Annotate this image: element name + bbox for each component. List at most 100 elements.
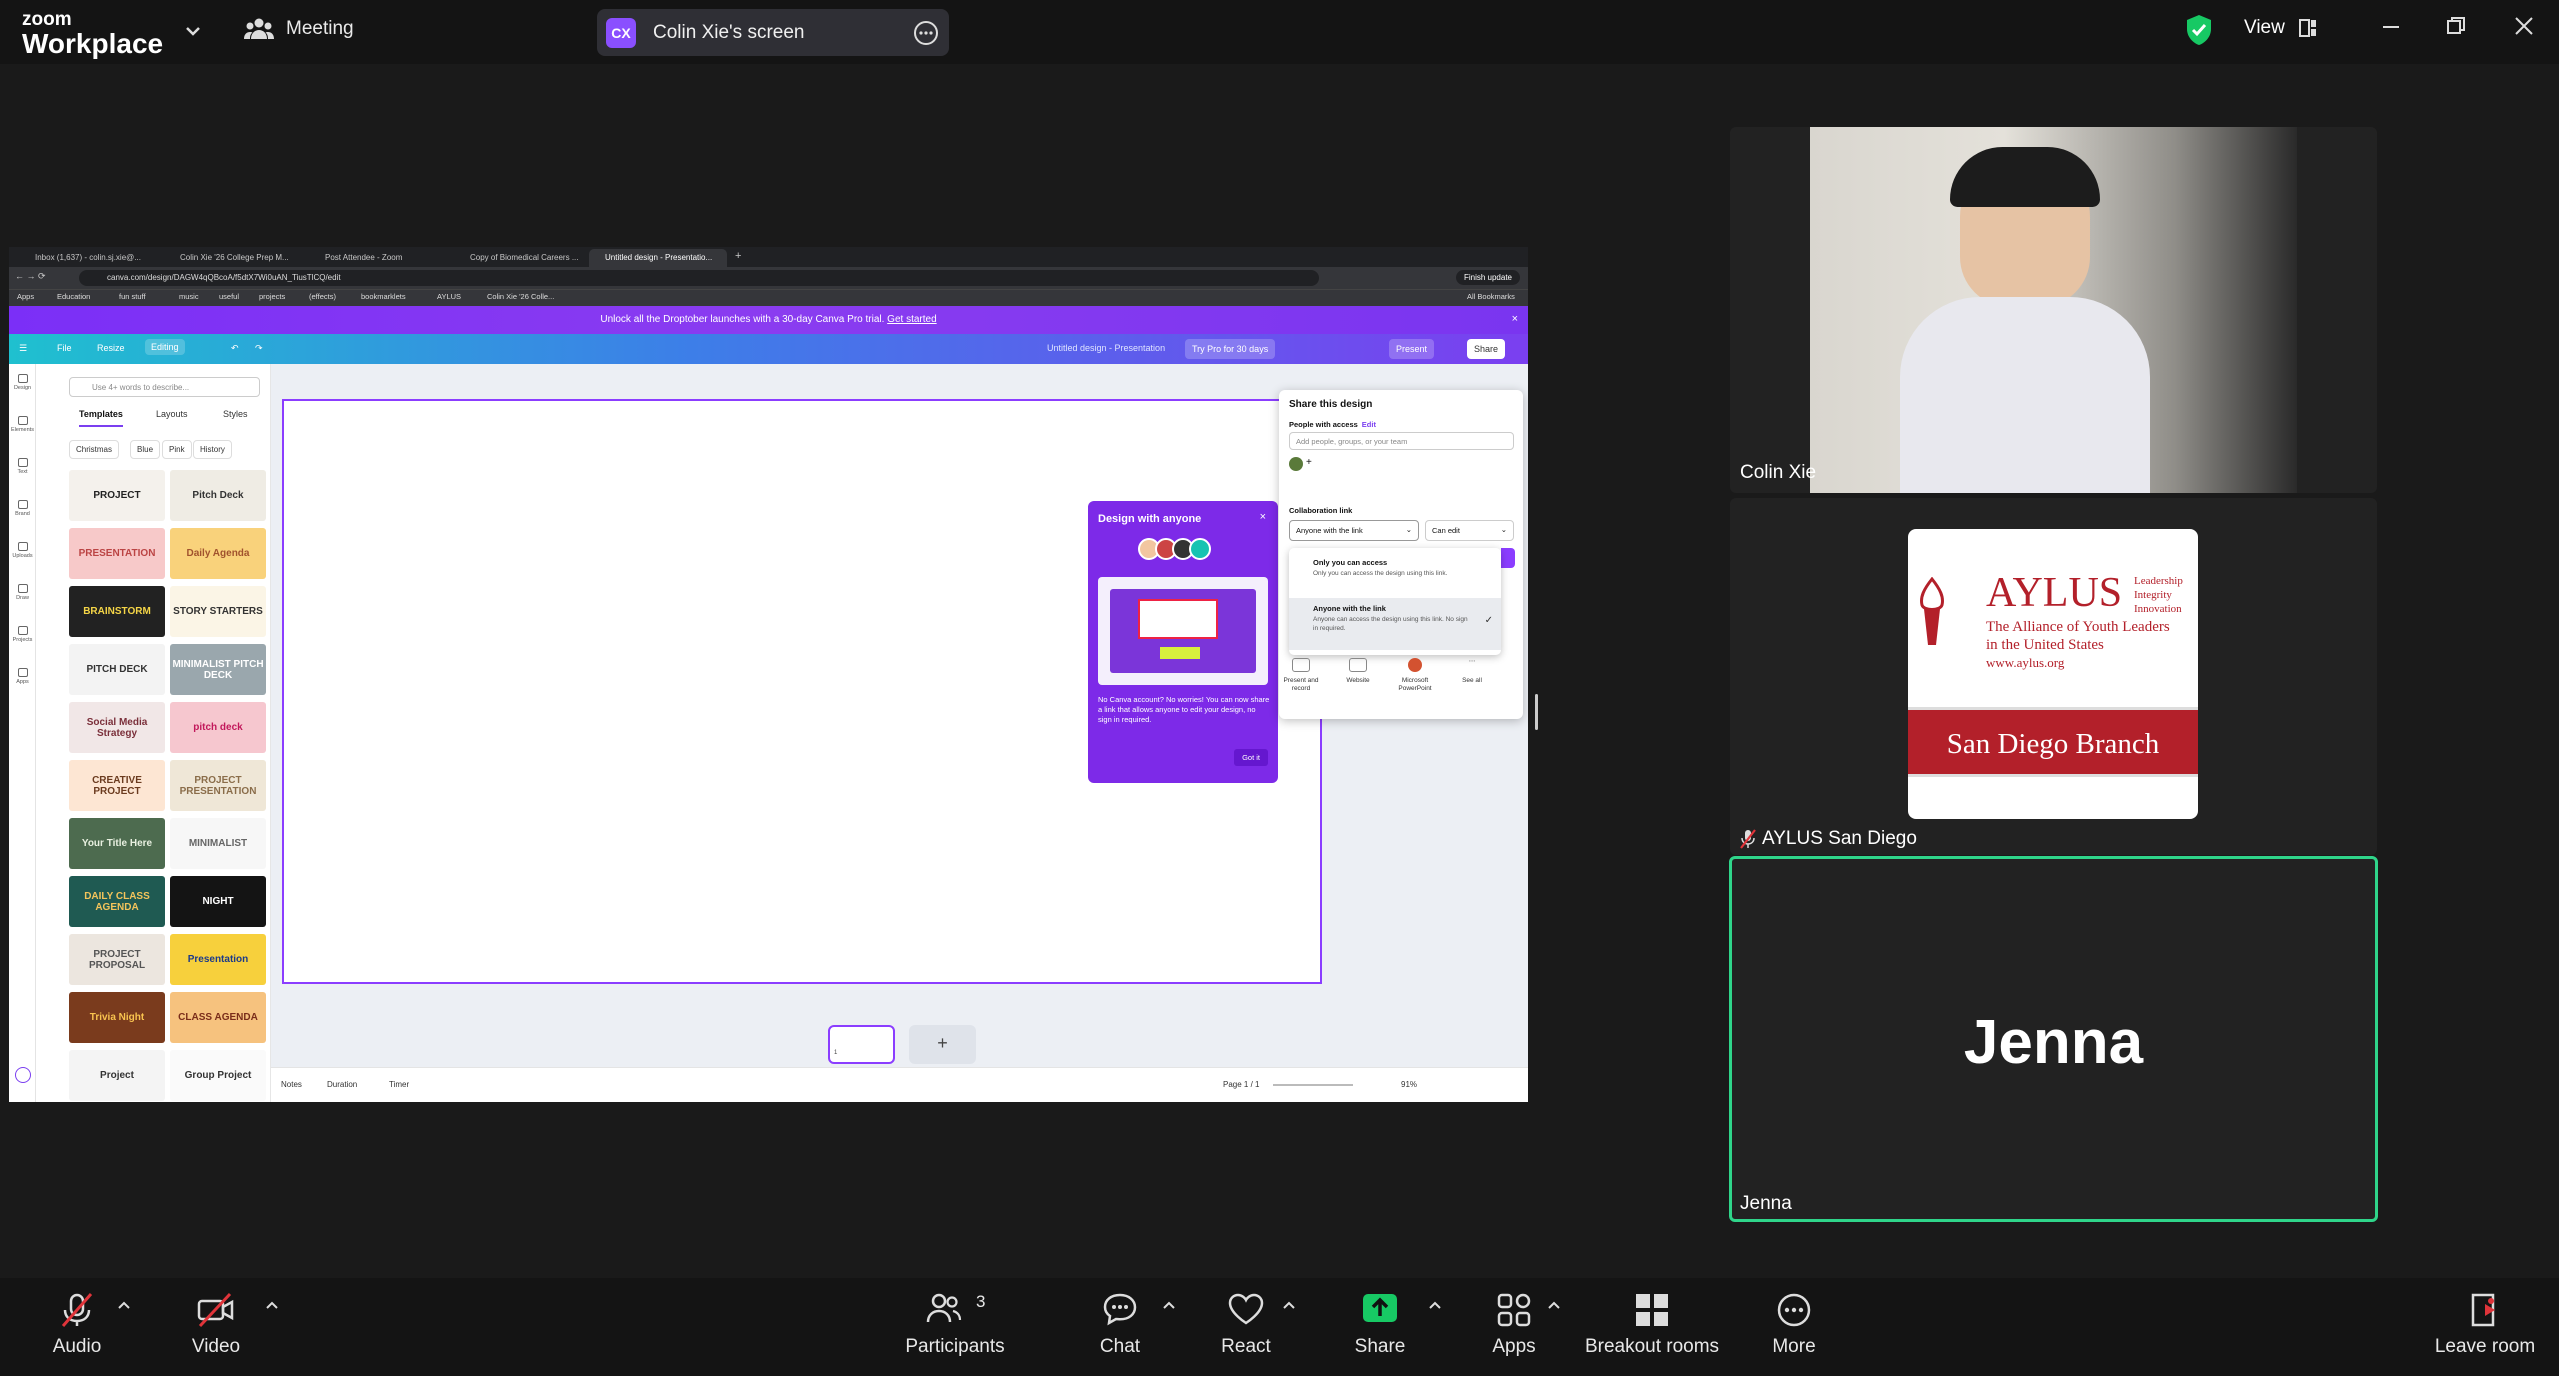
bookmark[interactable]: fun stuff xyxy=(119,292,146,301)
new-tab-icon[interactable]: + xyxy=(729,249,749,267)
browser-tab[interactable]: Copy of Biomedical Careers ... xyxy=(454,249,584,267)
screen-share-indicator[interactable]: CX Colin Xie's screen xyxy=(597,9,949,56)
rail-elements[interactable]: Elements xyxy=(9,416,36,433)
template-thumbnail[interactable]: Pitch Deck xyxy=(170,470,266,521)
more-options-icon[interactable] xyxy=(913,20,939,46)
minimize-icon[interactable] xyxy=(2381,16,2401,36)
bookmark[interactable]: AYLUS xyxy=(437,292,461,301)
promo-link[interactable]: Get started xyxy=(887,314,936,325)
chat-button[interactable]: Chat xyxy=(1080,1278,1160,1376)
view-button[interactable]: View xyxy=(2244,17,2317,39)
bookmark[interactable]: music xyxy=(179,292,199,301)
template-thumbnail[interactable]: BRAINSTORM xyxy=(69,586,165,637)
menu-icon[interactable]: ☰ xyxy=(19,343,27,354)
browser-tab[interactable]: Colin Xie '26 College Prep M... xyxy=(164,249,294,267)
edit-access-link[interactable]: Edit xyxy=(1362,420,1376,429)
meeting-info-button[interactable]: Meeting xyxy=(244,17,354,41)
browser-tab[interactable]: Post Attendee - Zoom xyxy=(309,249,439,267)
template-thumbnail[interactable]: Daily Agenda xyxy=(170,528,266,579)
restore-icon[interactable] xyxy=(2446,16,2466,36)
template-thumbnail[interactable]: MINIMALIST PITCH DECK xyxy=(170,644,266,695)
browser-tab-active[interactable]: Untitled design - Presentatio... xyxy=(589,249,727,267)
template-thumbnail[interactable]: CLASS AGENDA xyxy=(170,992,266,1043)
resize-button[interactable]: Resize xyxy=(97,343,125,353)
apps-options-caret-icon[interactable] xyxy=(1547,1300,1561,1310)
template-thumbnail[interactable]: Social Media Strategy xyxy=(69,702,165,753)
got-it-button[interactable]: Got it xyxy=(1234,749,1268,766)
template-thumbnail[interactable]: PRESENTATION xyxy=(69,528,165,579)
encryption-shield-icon[interactable] xyxy=(2185,14,2213,46)
zoom-slider[interactable] xyxy=(1273,1084,1353,1086)
bookmark[interactable]: useful xyxy=(219,292,239,301)
participant-tile-jenna[interactable]: Jenna Jenna xyxy=(1729,856,2378,1222)
present-record-option[interactable]: Present and record xyxy=(1281,658,1321,694)
share-options-caret-icon[interactable] xyxy=(1428,1300,1442,1310)
template-thumbnail[interactable]: CREATIVE PROJECT xyxy=(69,760,165,811)
tab-layouts[interactable]: Layouts xyxy=(156,409,188,419)
bookmark[interactable]: Education xyxy=(57,292,90,301)
apps-button[interactable]: Apps xyxy=(1474,1278,1554,1376)
template-search-input[interactable]: Use 4+ words to describe... xyxy=(69,377,260,397)
more-button[interactable]: More xyxy=(1754,1278,1834,1376)
resize-handle[interactable] xyxy=(1535,694,1538,730)
template-thumbnail[interactable]: Trivia Night xyxy=(69,992,165,1043)
rail-design[interactable]: Design xyxy=(9,374,36,391)
template-thumbnail[interactable]: MINIMALIST xyxy=(170,818,266,869)
link-access-dropdown[interactable]: Anyone with the link ⌄ xyxy=(1289,520,1419,541)
duration-button[interactable]: Duration xyxy=(327,1080,357,1089)
bookmark[interactable]: Colin Xie '26 Colle... xyxy=(487,292,554,301)
share-screen-button[interactable]: Share xyxy=(1340,1278,1420,1376)
filter-chip[interactable]: Christmas xyxy=(69,440,120,459)
video-button[interactable]: Video xyxy=(175,1278,257,1376)
close-promo-icon[interactable]: × xyxy=(1512,313,1518,325)
notes-button[interactable]: Notes xyxy=(281,1080,302,1089)
breakout-rooms-button[interactable]: Breakout rooms xyxy=(1580,1278,1724,1376)
editing-mode-button[interactable]: Editing xyxy=(145,339,185,355)
rail-text[interactable]: Text xyxy=(9,458,36,475)
chat-options-caret-icon[interactable] xyxy=(1162,1300,1176,1310)
close-icon[interactable] xyxy=(2514,16,2534,36)
template-thumbnail[interactable]: PROJECT xyxy=(69,470,165,521)
powerpoint-option[interactable]: Microsoft PowerPoint xyxy=(1395,658,1435,694)
bookmark[interactable]: All Bookmarks xyxy=(1467,292,1515,301)
permission-dropdown[interactable]: Can edit ⌄ xyxy=(1425,520,1514,541)
add-people-input[interactable]: Add people, groups, or your team xyxy=(1289,432,1514,450)
bookmark[interactable]: bookmarklets xyxy=(361,292,406,301)
template-thumbnail[interactable]: Presentation xyxy=(170,934,266,985)
copy-link-button[interactable] xyxy=(1501,548,1515,568)
chevron-down-icon[interactable] xyxy=(182,20,204,42)
react-options-caret-icon[interactable] xyxy=(1282,1300,1296,1310)
participants-button[interactable]: 3 Participants xyxy=(900,1278,1010,1376)
add-person-icon[interactable]: + xyxy=(1306,457,1312,468)
participant-tile-colin[interactable]: Colin Xie xyxy=(1730,127,2377,493)
option-anyone-with-link[interactable]: Anyone with the link Anyone can access t… xyxy=(1289,598,1501,650)
file-menu[interactable]: File xyxy=(57,343,72,353)
bookmark[interactable]: Apps xyxy=(17,292,34,301)
bookmark[interactable]: projects xyxy=(259,292,285,301)
see-all-option[interactable]: ⋯ See all xyxy=(1452,658,1492,685)
browser-tab[interactable]: Inbox (1,637) - colin.sj.xie@... xyxy=(19,249,149,267)
participant-tile-aylus[interactable]: AYLUS Leadership Integrity Innovation Th… xyxy=(1730,498,2377,855)
zoom-level[interactable]: 91% xyxy=(1401,1080,1417,1089)
template-thumbnail[interactable]: PROJECT PRESENTATION xyxy=(170,760,266,811)
finish-update-button[interactable]: Finish update xyxy=(1455,270,1520,285)
template-thumbnail[interactable]: Group Project xyxy=(170,1050,266,1101)
template-thumbnail[interactable]: Your Title Here xyxy=(69,818,165,869)
rail-brand[interactable]: Brand xyxy=(9,500,36,517)
nav-arrows-icon[interactable]: ← → ⟳ xyxy=(15,271,46,282)
filter-chip[interactable]: Pink xyxy=(162,440,192,459)
tab-templates[interactable]: Templates xyxy=(79,409,123,427)
magic-assist-icon[interactable] xyxy=(15,1067,31,1083)
rail-draw[interactable]: Draw xyxy=(9,584,36,601)
filter-chip[interactable]: History xyxy=(193,440,232,459)
template-thumbnail[interactable]: PROJECT PROPOSAL xyxy=(69,934,165,985)
template-thumbnail[interactable]: Project xyxy=(69,1050,165,1101)
react-button[interactable]: React xyxy=(1206,1278,1286,1376)
bookmark[interactable]: (effects) xyxy=(309,292,336,301)
undo-icon[interactable]: ↶ xyxy=(231,343,239,354)
share-button[interactable]: Share xyxy=(1467,339,1506,359)
template-thumbnail[interactable]: pitch deck xyxy=(170,702,266,753)
try-pro-button[interactable]: Try Pro for 30 days xyxy=(1185,339,1276,359)
template-thumbnail[interactable]: NIGHT xyxy=(170,876,266,927)
template-thumbnail[interactable]: PITCH DECK xyxy=(69,644,165,695)
